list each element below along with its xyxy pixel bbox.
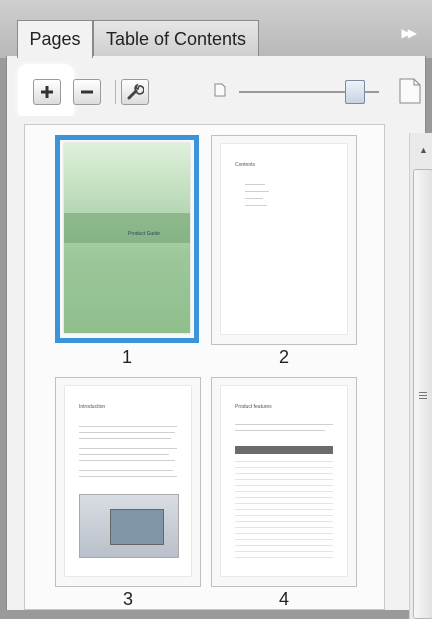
text-line (79, 454, 169, 455)
small-page-icon[interactable] (214, 83, 226, 97)
page-1-cover: Product Guide (64, 143, 190, 333)
scroll-up-arrow-icon[interactable]: ▲ (419, 145, 428, 155)
text-line (235, 424, 333, 425)
features-heading: Product features (235, 404, 272, 410)
double-chevron-right-icon[interactable]: ▶▶ (402, 26, 418, 40)
feature-table (235, 456, 333, 560)
page-2-contents: Contents (221, 144, 347, 334)
text-line (79, 448, 177, 449)
page-number-2: 2 (278, 347, 289, 367)
grip-line (419, 392, 427, 393)
tab-pages[interactable]: Pages (17, 20, 93, 58)
introduction-heading: Introduction (79, 404, 106, 410)
thumbnail-grid: Product Guide 1 Contents 2 Introduction (24, 124, 432, 619)
screenshot-inset (110, 509, 164, 545)
thumbnails-panel: Product Guide 1 Contents 2 Introduction (6, 116, 432, 619)
remove-page-button[interactable] (73, 79, 101, 105)
thumbnail-page-4[interactable]: Product features (211, 377, 357, 587)
large-page-icon[interactable] (399, 78, 421, 104)
toc-line (245, 191, 269, 192)
text-line (79, 438, 171, 439)
page-number-1: 1 (121, 347, 132, 367)
grip-line (419, 395, 427, 396)
toc-line (245, 205, 267, 206)
thumbnail-page-3[interactable]: Introduction (55, 377, 201, 587)
text-line (79, 476, 177, 477)
toc-line (245, 184, 265, 185)
panel-header: Pages Table of Contents ▶▶ (0, 0, 432, 58)
contents-heading: Contents (235, 162, 256, 168)
plus-icon (41, 86, 53, 98)
page-number-4: 4 (278, 589, 289, 609)
text-line (79, 460, 175, 461)
thumbnail-toolbar (6, 56, 426, 120)
minus-icon (81, 90, 93, 94)
grip-line (419, 398, 427, 399)
text-line (79, 432, 175, 433)
page-number-3: 3 (122, 589, 133, 609)
scroll-thumb[interactable] (413, 169, 432, 619)
zoom-slider-thumb[interactable] (345, 80, 365, 104)
cover-banner (64, 213, 190, 243)
table-header (235, 446, 333, 454)
text-line (79, 426, 177, 427)
tab-table-of-contents[interactable]: Table of Contents (93, 20, 259, 56)
tools-button[interactable] (121, 79, 149, 105)
page-3-introduction: Introduction (65, 386, 191, 576)
toc-line (245, 198, 263, 199)
text-line (235, 430, 325, 431)
cover-title: Product Guide (128, 231, 160, 237)
text-line (79, 470, 173, 471)
add-page-button[interactable] (33, 79, 61, 105)
toolbar-separator (115, 80, 116, 104)
thumbnail-page-1[interactable]: Product Guide (55, 135, 199, 343)
page-4-features: Product features (221, 386, 347, 576)
wrench-icon (127, 83, 144, 100)
thumbnail-page-2[interactable]: Contents (211, 135, 357, 345)
vertical-scrollbar[interactable]: ▲ (409, 133, 432, 619)
screenshot-image (79, 494, 179, 558)
